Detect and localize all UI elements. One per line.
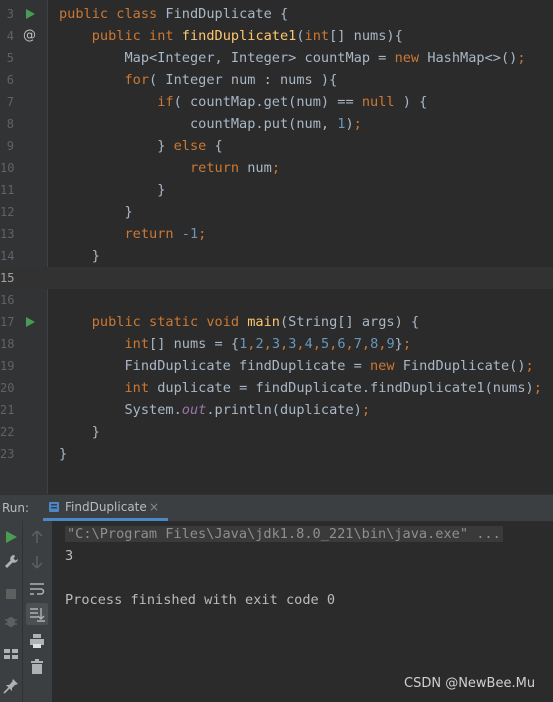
code-line[interactable]: 19 FindDuplicate findDuplicate = new Fin… (0, 355, 553, 377)
code-line[interactable]: 13 return -1; (0, 223, 553, 245)
code-editor[interactable]: 3 public class FindDuplicate { 4 @ public i… (0, 0, 553, 494)
line-number: 22 (0, 425, 15, 439)
code-text: public class FindDuplicate { (59, 6, 289, 22)
code-line[interactable]: 11 } (0, 179, 553, 201)
code-line[interactable]: 9 } else { (0, 135, 553, 157)
code-text: FindDuplicate findDuplicate = new FindDu… (59, 358, 534, 374)
code-text: public static void main(String[] args) { (91, 314, 420, 330)
code-text: } else { (59, 138, 223, 154)
code-line[interactable]: 10 return num; (0, 157, 553, 179)
code-line[interactable]: 17 public static void main(String[] args… (0, 311, 553, 333)
annotation-gutter-icon[interactable]: @ (23, 25, 36, 47)
code-line[interactable]: 5 Map<Integer, Integer> countMap = new H… (0, 47, 553, 69)
pin-icon[interactable] (2, 677, 20, 695)
code-text: Map<Integer, Integer> countMap = new Has… (59, 50, 526, 66)
line-number: 10 (0, 161, 15, 175)
watermark: CSDN @NewBee.Mu (404, 676, 536, 691)
line-number: 11 (0, 183, 15, 197)
code-text: int duplicate = findDuplicate.findDuplic… (124, 380, 542, 396)
code-line[interactable]: 4 @ public int findDuplicate1(int[] nums)… (0, 25, 553, 47)
line-number: 20 (0, 381, 15, 395)
code-line[interactable]: 20 int duplicate = findDuplicate.findDup… (0, 377, 553, 399)
code-text: return num; (189, 160, 280, 176)
line-number: 3 (6, 7, 14, 21)
run-toolbar-secondary (22, 521, 52, 702)
code-text: } (59, 248, 100, 264)
line-number: 19 (0, 359, 15, 373)
stop-icon[interactable] (2, 585, 20, 603)
trash-icon[interactable] (28, 658, 46, 676)
line-number: 17 (0, 315, 15, 329)
line-number: 14 (0, 249, 15, 263)
code-line[interactable]: 6 for( Integer num : nums ){ (0, 69, 553, 91)
line-number: 9 (6, 139, 14, 153)
java-command: "C:\Program Files\Java\jdk1.8.0_221\bin\… (65, 526, 503, 542)
code-text: for( Integer num : nums ){ (124, 72, 338, 88)
scroll-to-end-toggle[interactable] (26, 603, 48, 625)
arrow-down-icon[interactable] (28, 553, 46, 571)
wrench-icon[interactable] (2, 553, 20, 571)
code-line[interactable]: 21 System.out.println(duplicate); (0, 399, 553, 421)
line-number: 16 (0, 293, 15, 307)
code-text: } (59, 446, 68, 462)
code-text: if( countMap.get(num) == null ) { (157, 94, 428, 110)
code-line[interactable]: 23} (0, 443, 553, 465)
line-number: 18 (0, 337, 15, 351)
console-command-line: "C:\Program Files\Java\jdk1.8.0_221\bin\… (65, 523, 503, 545)
line-number: 13 (0, 227, 15, 241)
code-text: public int findDuplicate1(int[] nums){ (91, 28, 403, 44)
console-output[interactable]: "C:\Program Files\Java\jdk1.8.0_221\bin\… (53, 521, 553, 702)
code-line[interactable]: 15 (0, 267, 553, 289)
debug-bug-icon[interactable] (2, 612, 20, 630)
line-number: 23 (0, 447, 15, 461)
code-text: int[] nums = {1,2,3,3,4,5,6,7,8,9}; (124, 336, 412, 352)
scroll-to-end-icon (30, 608, 45, 622)
run-label: Run: (2, 501, 30, 515)
code-text: } (59, 424, 100, 440)
code-text: countMap.put(num, 1); (59, 116, 362, 132)
close-icon[interactable]: × (149, 495, 159, 519)
line-number: 7 (6, 95, 14, 109)
run-tool-window-header: Run: FindDuplicate × (0, 494, 553, 521)
code-text: return -1; (124, 226, 207, 242)
line-number: 5 (6, 51, 14, 65)
code-line[interactable]: 7 if( countMap.get(num) == null ) { (0, 91, 553, 113)
line-number: 12 (0, 205, 15, 219)
arrow-up-icon[interactable] (28, 528, 46, 546)
code-line[interactable]: 16 (0, 289, 553, 311)
layout-icon[interactable] (2, 645, 20, 663)
code-line[interactable]: 12 } (0, 201, 553, 223)
code-text: System.out.println(duplicate); (59, 402, 371, 418)
run-tab-findduplicate[interactable]: FindDuplicate × (43, 495, 168, 521)
line-number: 21 (0, 403, 15, 417)
code-text: } (59, 182, 166, 198)
soft-wrap-icon[interactable] (28, 580, 46, 598)
code-text: } (59, 204, 133, 220)
code-line[interactable]: 22 } (0, 421, 553, 443)
code-line[interactable]: 14 } (0, 245, 553, 267)
code-line[interactable]: 18 int[] nums = {1,2,3,3,4,5,6,7,8,9}; (0, 333, 553, 355)
code-line[interactable]: 3 public class FindDuplicate { (0, 3, 553, 25)
code-line[interactable]: 8 countMap.put(num, 1); (0, 113, 553, 135)
line-number: 4 (6, 29, 14, 43)
rerun-icon[interactable] (2, 528, 20, 546)
run-toolbar-primary (0, 521, 22, 702)
line-number: 15 (0, 271, 15, 285)
console-program-output: 3 (65, 548, 74, 564)
run-tab-label: FindDuplicate (65, 500, 147, 514)
console-finish-message: Process finished with exit code 0 (65, 592, 336, 608)
print-icon[interactable] (28, 632, 46, 650)
run-gutter-icon[interactable] (23, 7, 37, 21)
line-number: 8 (6, 117, 14, 131)
line-number: 6 (6, 73, 14, 87)
java-file-icon (49, 502, 59, 512)
run-gutter-icon[interactable] (23, 315, 37, 329)
